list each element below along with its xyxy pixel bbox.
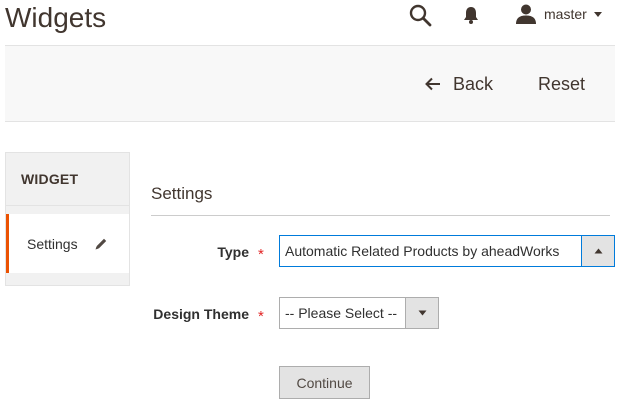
back-button[interactable]: Back — [425, 70, 493, 98]
user-menu[interactable]: master — [515, 2, 603, 26]
type-required-mark: * — [258, 246, 264, 263]
caret-down-icon — [593, 12, 602, 17]
section-title: Settings — [151, 184, 213, 203]
back-button-label: Back — [453, 73, 494, 94]
reset-button[interactable]: Reset — [538, 70, 585, 98]
reset-button-label: Reset — [538, 73, 586, 94]
pencil-icon — [95, 238, 106, 249]
design-theme-select[interactable]: -- Please Select -- — [279, 297, 439, 329]
page-actions-bar: Back Reset — [5, 45, 615, 122]
user-icon — [516, 4, 536, 24]
caret-down-icon — [418, 310, 426, 316]
type-select-toggle[interactable] — [581, 236, 614, 266]
design-theme-select-toggle[interactable] — [405, 298, 438, 328]
widget-side-nav: WIDGET Settings — [5, 152, 130, 286]
design-theme-label: Design Theme — [153, 306, 249, 322]
design-theme-required-mark: * — [258, 308, 264, 325]
type-select[interactable]: Automatic Related Products by aheadWorks — [279, 235, 615, 267]
arrow-left-icon — [425, 77, 440, 91]
design-theme-select-value: -- Please Select -- — [285, 305, 398, 321]
type-label: Type — [217, 244, 249, 260]
caret-up-icon — [594, 248, 602, 254]
type-select-value: Automatic Related Products by aheadWorks — [285, 243, 560, 259]
side-nav-item-settings[interactable]: Settings — [6, 214, 129, 273]
side-nav-divider — [6, 205, 129, 206]
side-nav-item-label: Settings — [27, 235, 78, 252]
continue-button[interactable]: Continue — [279, 366, 370, 399]
search-icon[interactable] — [408, 3, 432, 27]
section-divider — [151, 215, 610, 216]
bell-icon[interactable] — [461, 5, 481, 25]
page-title: Widgets — [5, 2, 107, 33]
side-nav-title: WIDGET — [21, 171, 79, 187]
user-name: master — [544, 6, 587, 22]
